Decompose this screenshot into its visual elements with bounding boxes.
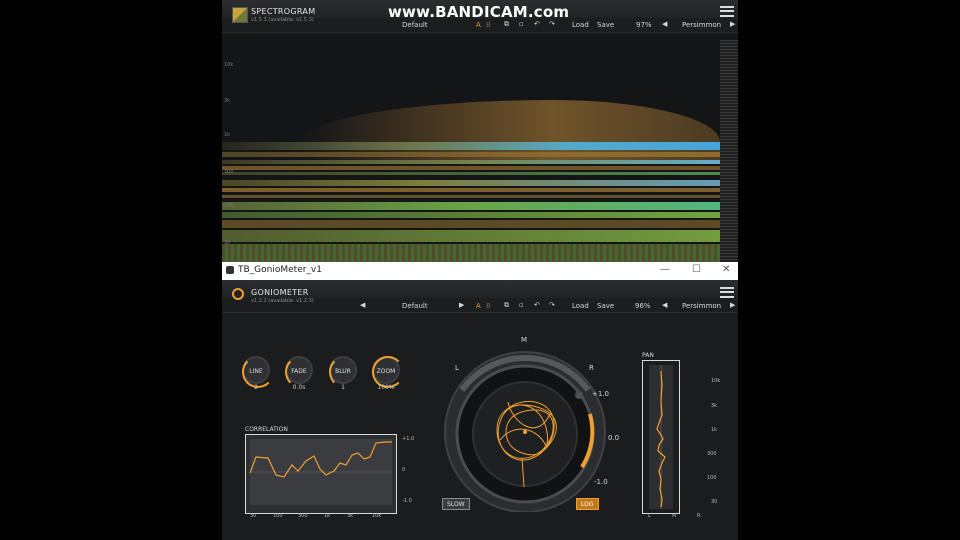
corr-x-label: 3k: [347, 513, 354, 519]
app-icon: [226, 266, 234, 274]
freq-label: 1k: [224, 132, 231, 138]
scope-m-label: M: [521, 336, 528, 344]
bandicam-watermark: www.BANDICAM.com: [388, 3, 570, 21]
log-button[interactable]: LOG: [576, 498, 599, 510]
spectrogram-preset[interactable]: Default: [402, 21, 428, 29]
spectrogram-logo: [232, 7, 248, 23]
corr-y-label: 0: [402, 467, 406, 473]
pan-label: PAN: [642, 352, 654, 359]
correlation-label: CORRELATION: [245, 426, 288, 433]
pan-graph: [656, 365, 666, 509]
goniometer-menu-icon[interactable]: [720, 287, 734, 298]
pan-panel: [642, 360, 680, 514]
pan-m-label: M: [672, 513, 677, 519]
scope-zero-label: 0.0: [608, 434, 620, 442]
pan-freq-label: 300: [707, 451, 717, 457]
window-titlebar[interactable]: TB_GonioMeter_v1 — ☐ ✕: [222, 262, 738, 280]
preset-prev-icon[interactable]: ◀: [360, 301, 365, 309]
corr-y-label: +1.0: [402, 436, 415, 442]
freq-label: 10k: [224, 62, 234, 68]
goniometer-logo: [232, 288, 244, 300]
goniometer-window: GONIOMETER v1.2.2 (available: v1.2.3) ◀ …: [222, 280, 738, 540]
spectrogram-window: SPECTROGRAM v1.5.3 (available: v1.5.3) D…: [222, 0, 738, 262]
spectrogram-title: SPECTROGRAM: [251, 7, 316, 16]
blur-knob-value: 1: [341, 384, 345, 391]
spectrogram-zoom[interactable]: 97%: [636, 21, 652, 29]
corr-x-label: 10k: [372, 513, 382, 519]
pan-freq-label: 3k: [711, 403, 718, 409]
goniometer-zoom[interactable]: 96%: [635, 302, 651, 310]
pan-freq-label: 100: [707, 475, 717, 481]
theme-next-icon[interactable]: ▶: [730, 301, 735, 309]
goniometer-title: GONIOMETER: [251, 288, 309, 297]
spectrogram-ab-a[interactable]: A: [476, 21, 481, 29]
correlation-graph: [249, 439, 392, 505]
slow-button-label: SLOW: [447, 501, 465, 508]
freq-label: 300: [224, 169, 234, 175]
undo-icon[interactable]: ↶: [534, 20, 540, 28]
window-title: TB_GonioMeter_v1: [238, 265, 322, 275]
fade-knob-label: FADE: [291, 368, 307, 375]
minimize-button[interactable]: —: [660, 264, 670, 275]
line-knob-label: LINE: [249, 368, 263, 375]
pan-graph-area: [649, 365, 673, 509]
freq-label: 30: [224, 240, 231, 246]
goniometer-load-button[interactable]: Load: [572, 302, 589, 310]
copy-icon[interactable]: ⧉: [504, 20, 509, 29]
blur-knob-label: BLUR: [335, 368, 351, 375]
paste-icon[interactable]: ▫: [519, 20, 524, 28]
spectrogram-version: v1.5.3 (available: v1.5.3): [251, 17, 314, 23]
theme-next-icon[interactable]: ▶: [730, 20, 735, 28]
spectrogram-save-button[interactable]: Save: [597, 21, 614, 29]
spectrogram-level-scale: [720, 40, 738, 262]
maximize-button[interactable]: ☐: [692, 264, 701, 275]
redo-icon[interactable]: ↷: [549, 20, 555, 28]
spectrogram-ab-b[interactable]: B: [486, 21, 491, 29]
paste-icon[interactable]: ▫: [519, 301, 524, 309]
goniometer-version: v1.2.2 (available: v1.2.3): [251, 298, 314, 304]
undo-icon[interactable]: ↶: [534, 301, 540, 309]
spectrogram-display: 10k 3k 1k 300 100 30: [222, 40, 720, 262]
corr-x-label: 30: [250, 513, 257, 519]
goniometer-preset[interactable]: Default: [402, 302, 428, 310]
line-knob-value: 2: [254, 384, 258, 391]
zoom-knob-label: ZOOM: [376, 368, 396, 375]
goniometer-theme[interactable]: Persimmon: [682, 302, 721, 310]
fade-knob-value: 0.0s: [292, 384, 306, 391]
theme-prev-icon[interactable]: ◀: [662, 301, 667, 309]
corr-x-label: 300: [298, 513, 308, 519]
scope-minus1-label: -1.0: [594, 478, 608, 486]
pan-l-label: L: [648, 513, 651, 519]
corr-x-label: 1k: [324, 513, 331, 519]
pan-r-label: R: [697, 513, 701, 519]
close-button[interactable]: ✕: [722, 264, 730, 275]
goniometer-ab-a[interactable]: A: [476, 302, 481, 310]
freq-label: 3k: [224, 98, 231, 104]
pan-freq-label: 30: [711, 499, 718, 505]
corr-x-label: 100: [273, 513, 283, 519]
log-button-label: LOG: [581, 501, 594, 508]
theme-prev-icon[interactable]: ◀: [662, 20, 667, 28]
pan-freq-label: 10k: [711, 378, 721, 384]
slow-button[interactable]: SLOW: [442, 498, 470, 510]
scope-r-label: R: [589, 364, 594, 372]
preset-next-icon[interactable]: ▶: [459, 301, 464, 309]
scope-l-label: L: [455, 364, 459, 372]
spectrogram-load-button[interactable]: Load: [572, 21, 589, 29]
goniometer-scope: [444, 351, 606, 512]
correlation-panel: [245, 434, 397, 514]
redo-icon[interactable]: ↷: [549, 301, 555, 309]
zoom-knob-value: 100%: [377, 384, 395, 391]
corr-y-label: -1.0: [402, 498, 412, 504]
goniometer-ab-b[interactable]: B: [486, 302, 491, 310]
pan-freq-label: 1k: [711, 427, 718, 433]
goniometer-save-button[interactable]: Save: [597, 302, 614, 310]
spectrogram-menu-icon[interactable]: [720, 6, 734, 17]
scope-plus1-label: +1.0: [592, 390, 609, 398]
spectrogram-theme[interactable]: Persimmon: [682, 21, 721, 29]
copy-icon[interactable]: ⧉: [504, 301, 509, 310]
freq-label: 100: [224, 203, 234, 209]
